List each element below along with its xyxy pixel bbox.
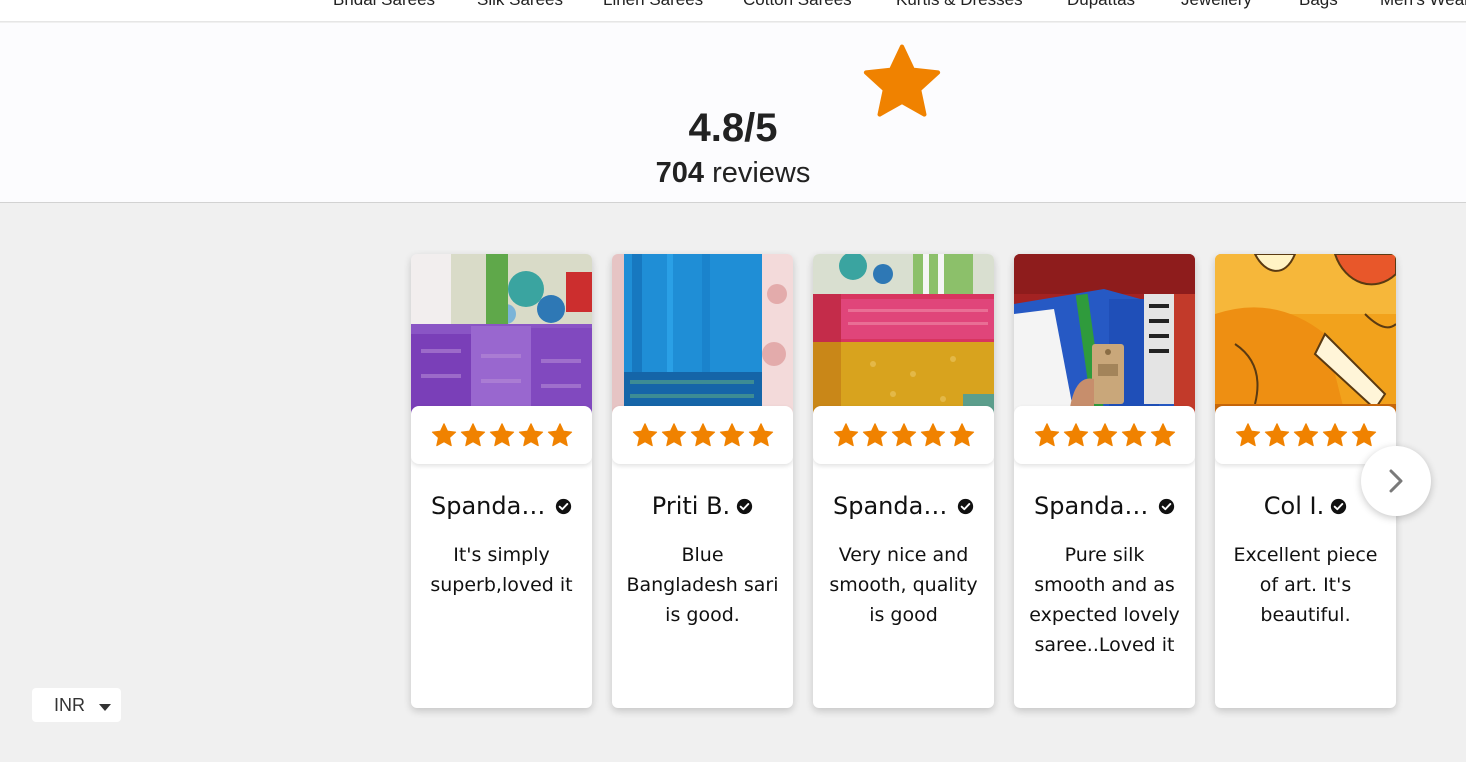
star-icon: [1063, 422, 1088, 446]
star-icon: [1293, 422, 1318, 446]
star-rating: [411, 406, 592, 464]
star-icon: [489, 422, 514, 446]
nav-item-linen-sarees[interactable]: Linen Sarees: [603, 0, 703, 10]
star-icon: [1150, 422, 1175, 446]
star-icon: [920, 422, 945, 446]
painted-yellow-saree-photo[interactable]: [1215, 254, 1396, 414]
star-icon: [460, 422, 485, 446]
check-circle-icon: [555, 498, 572, 514]
blue-saree-photo[interactable]: [612, 254, 793, 414]
review-count-number: 704: [655, 157, 705, 189]
nav-item-kurtis-dresses[interactable]: Kurtis & Dresses: [896, 0, 1023, 10]
review-text: Blue Bangladesh sari is good.: [626, 544, 779, 626]
printed-saree-with-tag-photo[interactable]: [1014, 254, 1195, 414]
rating-summary: 4.8/5 704 reviews: [0, 23, 1466, 203]
review-card[interactable]: Spandana Parvathaneni Pure silk smooth a…: [1014, 254, 1195, 708]
review-card[interactable]: Spandana Parvathaneni It's simply superb…: [411, 254, 592, 708]
star-icon: [518, 422, 543, 446]
star-icon: [833, 422, 858, 446]
star-icon: [661, 422, 686, 446]
reviewer-name: Col I.: [1263, 492, 1325, 520]
review-text: Excellent piece of art. It's beautiful.: [1233, 544, 1378, 626]
star-icon: [1034, 422, 1059, 446]
mustard-pink-saree-photo[interactable]: [813, 254, 994, 414]
star-icon: [431, 422, 456, 446]
caret-down-icon: [99, 704, 111, 711]
star-icon: [547, 422, 572, 446]
star-icon: [1235, 422, 1260, 446]
star-icon: [748, 422, 773, 446]
star-icon: [1121, 422, 1146, 446]
review-text: It's simply superb,loved it: [430, 544, 573, 596]
reviewer-name: Spandana Parvathaneni: [1034, 492, 1152, 520]
currency-selector[interactable]: INR: [32, 688, 121, 722]
reviewer-name: Spandana Parvathaneni: [833, 492, 951, 520]
average-rating: 4.8/5: [688, 106, 778, 150]
star-icon: [1264, 422, 1289, 446]
star-icon: [690, 422, 715, 446]
nav-item-cotton-sarees[interactable]: Cotton Sarees: [743, 0, 852, 10]
star-icon: [719, 422, 744, 446]
check-circle-icon: [737, 498, 753, 514]
review-count: 704 reviews: [0, 157, 1466, 190]
star-icon: [1092, 422, 1117, 446]
check-circle-icon: [957, 498, 974, 514]
star-icon: [891, 422, 916, 446]
star-icon: [1322, 422, 1347, 446]
reviewer-name: Priti B.: [651, 492, 731, 520]
star-rating: [1014, 406, 1195, 464]
review-count-label: reviews: [704, 157, 811, 189]
nav-item-dupattas[interactable]: Dupattas: [1067, 0, 1135, 10]
nav-item-mens-wear[interactable]: Men's Wear: [1380, 0, 1466, 10]
star-rating: [1215, 406, 1396, 464]
chevron-right-icon: [1389, 469, 1403, 493]
star-icon: [1351, 422, 1376, 446]
reviewer-name: Spandana Parvathaneni: [431, 492, 549, 520]
nav-item-bags[interactable]: Bags: [1299, 0, 1338, 10]
review-card[interactable]: Spandana Parvathaneni Very nice and smoo…: [813, 254, 994, 708]
review-card[interactable]: Priti B. Blue Bangladesh sari is good.: [612, 254, 793, 708]
review-text: Pure silk smooth and as expected lovely …: [1029, 544, 1180, 656]
currency-value: INR: [54, 694, 85, 715]
top-navigation: Bridal Sarees Silk Sarees Linen Sarees C…: [0, 0, 1466, 22]
nav-item-silk-sarees[interactable]: Silk Sarees: [477, 0, 563, 10]
star-rating: [612, 406, 793, 464]
check-circle-icon: [1331, 498, 1347, 514]
star-rating: [813, 406, 994, 464]
nav-item-jewellery[interactable]: Jewellery: [1181, 0, 1252, 10]
check-circle-icon: [1158, 498, 1175, 514]
review-text: Very nice and smooth, quality is good: [829, 544, 978, 626]
star-icon: [632, 422, 657, 446]
star-icon: [949, 422, 974, 446]
nav-item-bridal-sarees[interactable]: Bridal Sarees: [333, 0, 435, 10]
carousel-next-button[interactable]: [1361, 446, 1431, 516]
purple-silk-saree-photo[interactable]: [411, 254, 592, 414]
star-icon: [862, 422, 887, 446]
